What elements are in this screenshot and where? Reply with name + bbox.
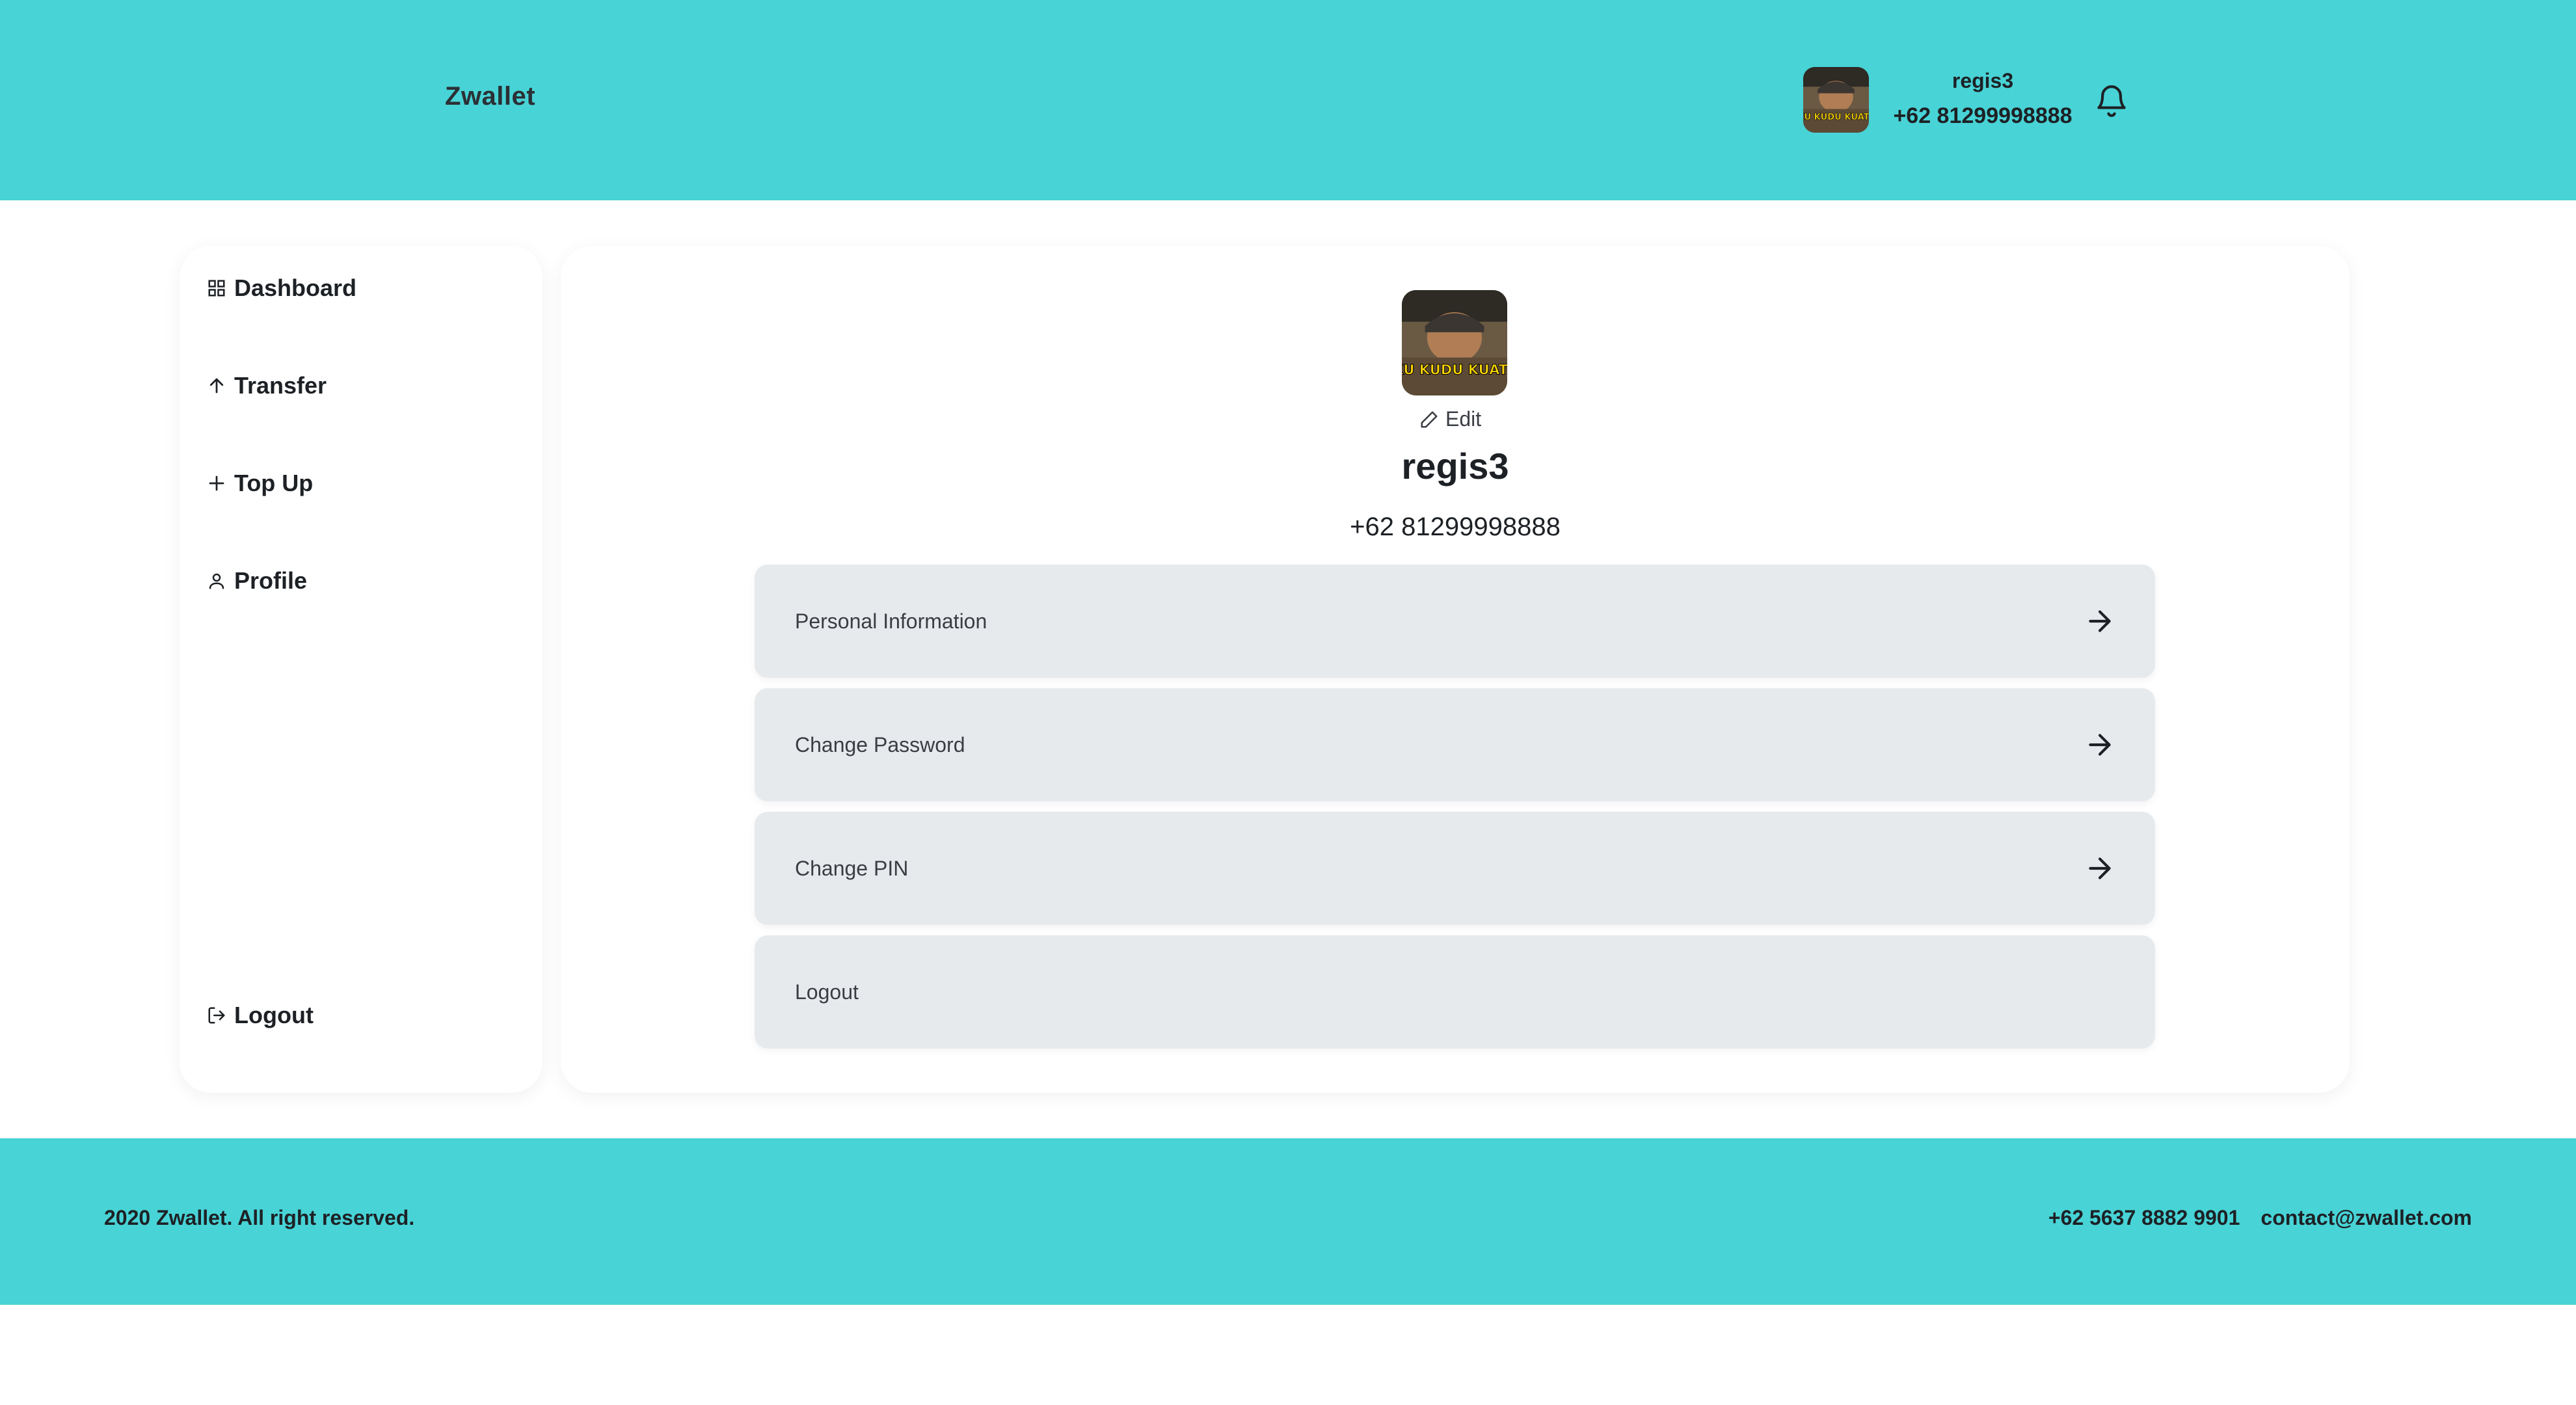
header-user-phone: +62 81299998888	[1893, 103, 2073, 128]
profile-photo-image: AKU KUDU KUAT!!!	[1402, 290, 1507, 395]
pencil-icon	[1421, 411, 1438, 427]
top-header: Zwallet AKU KUDU KUAT!!! regis3 +62 8129…	[0, 0, 2576, 200]
sidebar-item-profile[interactable]: Profile	[207, 567, 307, 595]
user-icon	[209, 573, 224, 589]
sidebar-item-label: Dashboard	[234, 274, 357, 301]
sidebar-item-dashboard[interactable]: Dashboard	[207, 274, 356, 302]
profile-name: regis3	[1401, 446, 1509, 487]
plus-icon	[209, 475, 224, 491]
menu-label: Personal Information	[795, 609, 987, 633]
grid-icon	[208, 280, 225, 297]
sidebar-item-label: Profile	[234, 567, 308, 594]
profile-phone: +62 81299998888	[1350, 513, 1561, 541]
brand-logo[interactable]: Zwallet	[445, 82, 535, 111]
arrow-right-icon	[2089, 857, 2111, 879]
menu-change-pin[interactable]: Change PIN	[755, 812, 2155, 925]
logout-icon	[208, 1007, 225, 1024]
avatar-caption: AKU KUDU KUAT!!!	[1803, 113, 1869, 122]
profile-photo-caption: AKU KUDU KUAT!!!	[1402, 362, 1507, 378]
arrow-up-icon	[209, 378, 224, 394]
sidebar-item-transfer[interactable]: Transfer	[207, 372, 327, 399]
edit-label: Edit	[1445, 407, 1482, 431]
footer-copyright: 2020 Zwallet. All right reserved.	[104, 1206, 415, 1229]
footer: 2020 Zwallet. All right reserved. +62 56…	[0, 1138, 2576, 1305]
avatar-image: AKU KUDU KUAT!!!	[1803, 67, 1869, 133]
footer-contact: +62 5637 8882 9901 contact@zwallet.com	[2048, 1206, 2472, 1230]
sidebar-item-label: Top Up	[234, 470, 314, 496]
profile-panel: AKU KUDU KUAT!!! Edit regis3 +62 8129999…	[561, 246, 2350, 1093]
sidebar-item-topup[interactable]: Top Up	[207, 470, 313, 497]
header-user-name: regis3	[1952, 69, 2014, 92]
arrow-right-icon	[2089, 610, 2111, 632]
menu-logout[interactable]: Logout	[755, 935, 2155, 1049]
sidebar-item-label: Logout	[234, 1002, 314, 1028]
sidebar-item-logout[interactable]: Logout	[207, 1002, 314, 1029]
arrow-right-icon	[2089, 734, 2111, 756]
edit-photo-button[interactable]: Edit	[1419, 407, 1481, 431]
footer-email[interactable]: contact@zwallet.com	[2261, 1206, 2472, 1230]
menu-personal-information[interactable]: Personal Information	[755, 565, 2155, 678]
profile-photo[interactable]: AKU KUDU KUAT!!!	[1402, 290, 1507, 395]
footer-phone[interactable]: +62 5637 8882 9901	[2048, 1206, 2240, 1230]
menu-label: Logout	[795, 980, 859, 1004]
menu-change-password[interactable]: Change Password	[755, 688, 2155, 801]
sidebar: Dashboard Transfer Top Up Profile Logout	[180, 246, 543, 1093]
bell-icon[interactable]	[2093, 81, 2130, 120]
menu-label: Change Password	[795, 733, 965, 756]
menu-label: Change PIN	[795, 857, 909, 880]
header-user-info: regis3 +62 81299998888	[1885, 68, 2080, 131]
header-avatar[interactable]: AKU KUDU KUAT!!!	[1803, 67, 1869, 133]
sidebar-item-label: Transfer	[234, 372, 327, 399]
